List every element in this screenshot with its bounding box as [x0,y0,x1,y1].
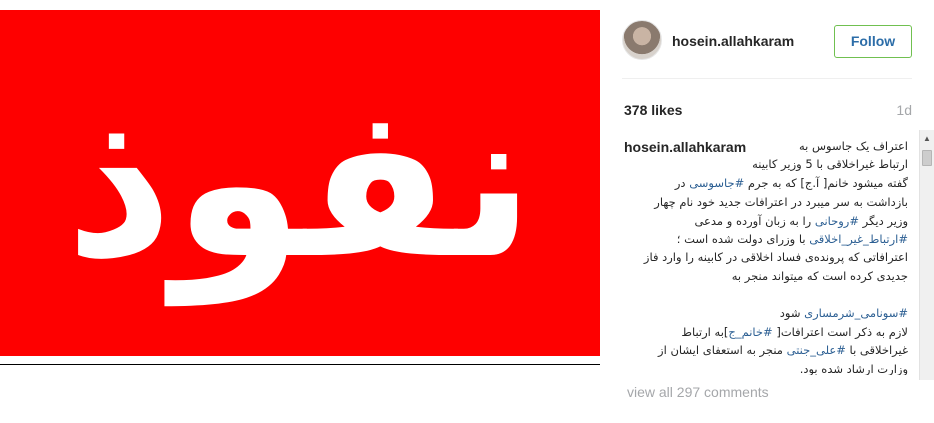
caption-scrollbar[interactable]: ▲ [919,130,934,380]
caption-line: #ارتباط_غیر_اخلاقی با وزرای دولت شده است… [677,232,908,246]
hashtag-link[interactable]: #جاسوسی [689,176,744,190]
caption-text: ارتباط غیراخلاقی با 5 وزیر کابینه [752,157,908,171]
post-side-panel: hosein.allahkaram Follow 378 likes 1d ho… [600,0,934,423]
avatar[interactable] [622,20,662,60]
caption-line: اعترافاتی که پرونده‌ی فساد اخلاقی در کاب… [644,250,908,264]
caption-line: وزارت ارشاد شده بود. [800,362,908,375]
hashtag-link[interactable]: #ارتباط_غیر_اخلاقی [809,232,908,246]
caption-text: بازداشت به سر میبرد در اعترافات جدید خود… [654,195,908,209]
hashtag-link[interactable]: #روحانی [815,214,859,228]
caption-line: گفته میشود خانم[ آ.ج] که به جرم #جاسوسی … [675,176,908,190]
post-image[interactable]: نفوذ [0,10,600,356]
caption-line: وزیر دیگر #روحانی را به زبان آورده و مدع… [694,214,908,228]
post-header: hosein.allahkaram Follow [622,20,912,64]
caption-username[interactable]: hosein.allahkaram [624,139,746,155]
image-divider [0,364,600,365]
caption-text: اعتراف یک جاسوس به [798,139,908,153]
caption-text: جدیدی کرده است که میتواند منجر به [731,269,908,283]
username-link[interactable]: hosein.allahkaram [672,33,794,49]
post-image-text: نفوذ [65,60,540,305]
follow-button[interactable]: Follow [834,25,912,58]
caption-line: اعتراف یک جاسوس به [799,139,908,153]
caption-text: گفته میشود خانم[ آ.ج] که به جرم [744,176,908,190]
caption-text: وزارت ارشاد شده بود. [799,362,908,375]
caption: hosein.allahkaram اعتراف یک جاسوس به ارتب… [622,139,908,375]
caption-text: اعترافاتی که پرونده‌ی فساد اخلاقی در کاب… [643,250,908,264]
caption-line: ارتباط غیراخلاقی با 5 وزیر کابینه [752,157,908,171]
caption-text: ]به ارتباط [681,325,729,339]
caption-line: #سونامی_شرمساری شود [780,306,908,320]
hashtag-link[interactable]: #سونامی_شرمساری [804,306,908,320]
scroll-up-arrow-icon[interactable]: ▲ [920,130,934,146]
caption-text: غیراخلاقی با [845,343,908,357]
caption-text: را به زبان آورده و مدعی [694,214,815,228]
caption-text: با وزرای دولت شده است ؛ [676,232,810,246]
hashtag-link[interactable]: #خانم_ج [728,325,772,339]
caption-line: لازم به ذکر است اعترافات[ #خانم_ج]به ارت… [681,325,908,339]
caption-line: غیراخلاقی با #علی_جنتی منجر به استعفای ا… [658,343,908,357]
caption-text: وزیر دیگر [859,214,908,228]
caption-text: شود [779,306,805,320]
caption-text: منجر به استعفای ایشان از [658,343,787,357]
caption-text: لازم به ذکر است اعترافات[ [772,325,908,339]
post-time: 1d [896,102,912,118]
caption-text: در [674,176,690,190]
likes-count[interactable]: 378 likes [624,102,682,118]
scroll-thumb[interactable] [922,150,932,166]
caption-line: جدیدی کرده است که میتواند منجر به [732,269,908,283]
hashtag-link[interactable]: #علی_جنتی [787,343,846,357]
caption-line: بازداشت به سر میبرد در اعترافات جدید خود… [654,195,908,209]
view-all-comments-link[interactable]: view all 297 comments [627,384,769,400]
header-divider [622,78,912,79]
